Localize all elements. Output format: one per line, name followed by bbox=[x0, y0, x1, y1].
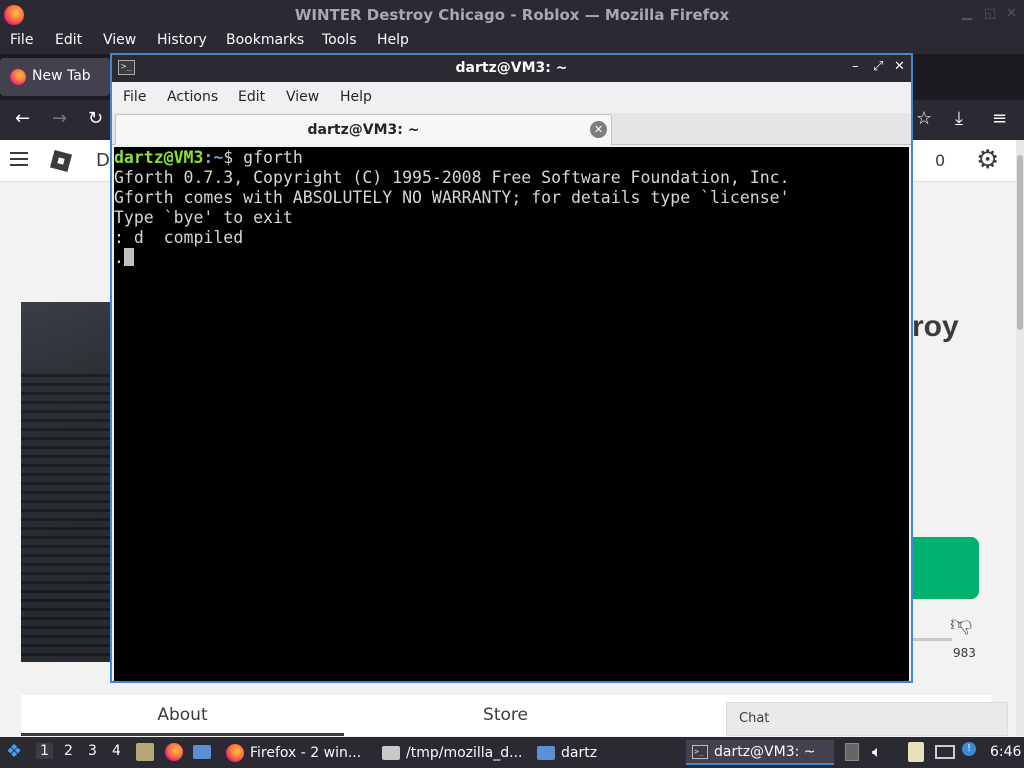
task-label: dartz bbox=[561, 744, 598, 761]
menu-bookmarks[interactable]: Bookmarks bbox=[226, 32, 304, 48]
task-label: dartz@VM3: ~ bbox=[714, 743, 816, 760]
typed-command: gforth bbox=[243, 148, 303, 167]
task-dartz-folder[interactable]: dartz bbox=[537, 740, 597, 765]
task-label: Firefox - 2 win... bbox=[250, 744, 362, 761]
close-icon[interactable]: ✕ bbox=[1006, 6, 1017, 21]
task-label: /tmp/mozilla_d... bbox=[406, 744, 523, 761]
workspace-4[interactable]: 4 bbox=[112, 743, 121, 759]
terminal-menu-help[interactable]: Help bbox=[340, 89, 372, 105]
menu-history[interactable]: History bbox=[157, 32, 207, 48]
terminal-close-icon[interactable]: ✕ bbox=[894, 59, 905, 74]
prompt-line: dartz@VM3:~$ gforth bbox=[114, 148, 909, 168]
text-cursor bbox=[123, 248, 134, 266]
clock[interactable]: 6:46 bbox=[990, 744, 1021, 760]
workspace-2[interactable]: 2 bbox=[64, 743, 73, 759]
taskbar: ❖ 1 2 3 4 Firefox - 2 win... /tmp/mozill… bbox=[0, 737, 1024, 768]
topbar-nav-fragment[interactable]: D bbox=[96, 150, 110, 171]
terminal-icon: >_ bbox=[692, 744, 708, 759]
workspace-3[interactable]: 3 bbox=[88, 743, 97, 759]
terminal-menubar: File Actions Edit View Help bbox=[112, 82, 911, 113]
play-button[interactable] bbox=[912, 537, 979, 599]
chat-label: Chat bbox=[739, 711, 770, 726]
terminal-minimize-icon[interactable]: – bbox=[852, 59, 859, 74]
downvote-count: 983 bbox=[953, 646, 976, 660]
firefox-menubar: File Edit View History Bookmarks Tools H… bbox=[0, 30, 1024, 54]
tab-label: New Tab bbox=[32, 68, 91, 84]
game-thumbnail[interactable] bbox=[21, 302, 113, 662]
minimize-icon[interactable]: ▁ bbox=[962, 6, 972, 21]
app-menu-icon[interactable]: ≡ bbox=[992, 108, 1007, 129]
chat-panel[interactable]: Chat bbox=[726, 702, 1008, 736]
prompt-user: dartz@VM3 bbox=[114, 148, 204, 167]
input-line: . bbox=[114, 248, 909, 268]
desktop-launcher-icon[interactable] bbox=[193, 745, 211, 763]
prompt-symbol: $ bbox=[223, 148, 244, 167]
notes-icon[interactable] bbox=[908, 742, 924, 762]
bookmark-star-icon[interactable]: ☆ bbox=[916, 108, 932, 129]
network-icon[interactable] bbox=[935, 745, 955, 759]
workspace-1[interactable]: 1 bbox=[36, 743, 53, 759]
back-icon[interactable]: ← bbox=[15, 108, 30, 129]
terminal-menu-edit[interactable]: Edit bbox=[238, 89, 265, 105]
thumbnail-artwork bbox=[21, 372, 113, 662]
terminal-menu-view[interactable]: View bbox=[286, 89, 319, 105]
window-icon bbox=[382, 745, 400, 760]
task-tmp-folder[interactable]: /tmp/mozilla_d... bbox=[382, 740, 522, 765]
terminal-tabbar: dartz@VM3: ~ ✕ bbox=[112, 113, 911, 145]
terminal-tab[interactable]: dartz@VM3: ~ ✕ bbox=[115, 114, 612, 145]
game-title: roy bbox=[912, 310, 959, 343]
browser-tab[interactable]: New Tab bbox=[0, 58, 110, 96]
scrollbar-thumb[interactable] bbox=[1017, 155, 1023, 330]
output-line: : d compiled bbox=[114, 228, 244, 247]
terminal-window: >_ dartz@VM3: ~ – ⤢ ✕ File Actions Edit … bbox=[110, 53, 913, 683]
tab-store[interactable]: Store bbox=[344, 695, 667, 736]
terminal-window-title: dartz@VM3: ~ bbox=[455, 60, 568, 76]
clipboard-icon[interactable] bbox=[845, 743, 859, 761]
menu-view[interactable]: View bbox=[103, 32, 136, 48]
forward-icon[interactable]: → bbox=[52, 108, 67, 129]
terminal-titlebar[interactable]: >_ dartz@VM3: ~ – ⤢ ✕ bbox=[112, 55, 911, 82]
tab-firefox-icon bbox=[10, 69, 26, 85]
menu-tools[interactable]: Tools bbox=[322, 32, 357, 48]
task-firefox[interactable]: Firefox - 2 win... bbox=[226, 740, 361, 765]
terminal-menu-actions[interactable]: Actions bbox=[167, 89, 218, 105]
terminal-output[interactable]: dartz@VM3:~$ gforth Gforth 0.7.3, Copyri… bbox=[114, 147, 909, 681]
firefox-launcher-icon[interactable] bbox=[165, 743, 183, 765]
gear-icon[interactable]: ⚙ bbox=[976, 146, 999, 174]
terminal-maximize-icon[interactable]: ⤢ bbox=[873, 59, 883, 74]
output-line: Gforth 0.7.3, Copyright (C) 1995-2008 Fr… bbox=[114, 168, 790, 187]
thumbs-down-icon[interactable]: 👎︎ bbox=[950, 610, 972, 637]
terminal-tab-label: dartz@VM3: ~ bbox=[307, 122, 420, 138]
roblox-logo-icon[interactable] bbox=[49, 149, 73, 173]
menu-help[interactable]: Help bbox=[377, 32, 409, 48]
tab-about[interactable]: About bbox=[21, 695, 344, 736]
start-menu-icon[interactable]: ❖ bbox=[6, 741, 22, 762]
menu-edit[interactable]: Edit bbox=[55, 32, 82, 48]
maximize-icon[interactable]: ◱ bbox=[984, 6, 996, 21]
prompt-path: :~ bbox=[203, 148, 224, 167]
firefox-window-title: WINTER Destroy Chicago - Roblox — Mozill… bbox=[294, 6, 730, 24]
task-terminal[interactable]: >_ dartz@VM3: ~ bbox=[686, 740, 834, 765]
menu-file[interactable]: File bbox=[10, 32, 33, 48]
output-line: Gforth comes with ABSOLUTELY NO WARRANTY… bbox=[114, 188, 790, 207]
notification-icon[interactable]: ! bbox=[962, 742, 976, 756]
output-line: Type `bye' to exit bbox=[114, 208, 293, 227]
page-scrollbar[interactable] bbox=[1016, 140, 1024, 736]
firefox-icon bbox=[226, 743, 244, 762]
current-input: . bbox=[114, 248, 124, 267]
hamburger-menu-icon[interactable] bbox=[10, 152, 28, 170]
reload-icon[interactable]: ↻ bbox=[88, 108, 103, 129]
robux-count[interactable]: 0 bbox=[935, 151, 945, 170]
file-manager-launcher-icon[interactable] bbox=[136, 743, 154, 761]
tab-close-icon[interactable]: ✕ bbox=[590, 121, 607, 138]
volume-icon[interactable]: 🔈︎ bbox=[872, 742, 882, 762]
firefox-titlebar: WINTER Destroy Chicago - Roblox — Mozill… bbox=[0, 0, 1024, 30]
downloads-icon[interactable]: ⤓ bbox=[955, 108, 963, 129]
terminal-menu-file[interactable]: File bbox=[123, 89, 146, 105]
folder-icon bbox=[537, 745, 555, 760]
vote-ratio-bar bbox=[912, 638, 952, 641]
